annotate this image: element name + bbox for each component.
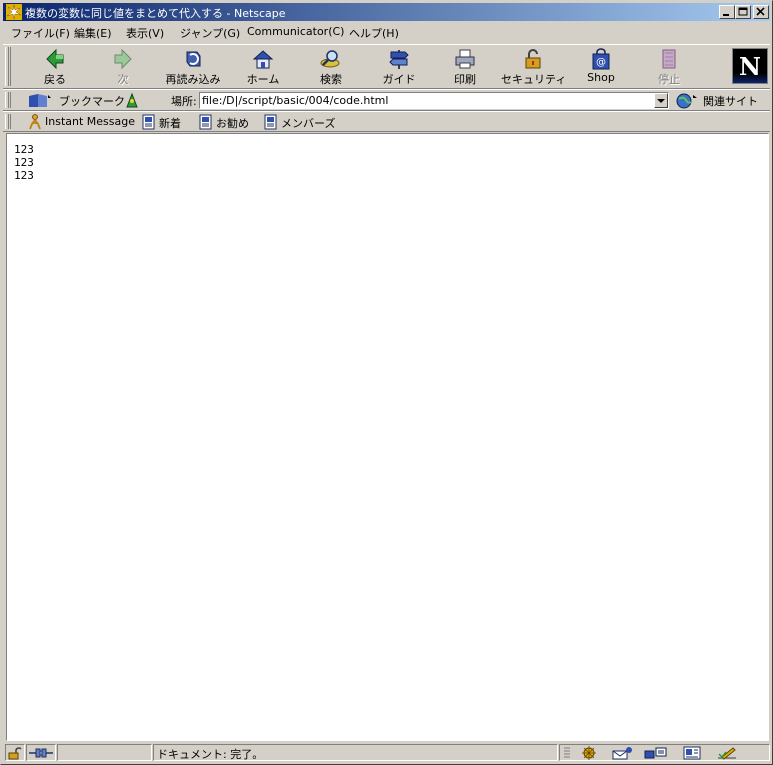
menu-help[interactable]: ヘルプ(H) [349, 25, 399, 41]
search-icon [320, 50, 340, 68]
close-button[interactable] [753, 5, 769, 19]
home-icon [252, 50, 274, 69]
page-proxy-icon[interactable] [123, 92, 141, 109]
reload-label: 再読み込み [165, 73, 221, 86]
recommended-button[interactable]: お勧め [198, 114, 254, 130]
whats-new-label: 新着 [159, 117, 181, 130]
maximize-icon [738, 7, 748, 16]
status-bar: ドキュメント: 完了。 [3, 743, 770, 762]
menu-go[interactable]: ジャンプ(G) [180, 25, 240, 41]
netscape-n-icon: N [739, 52, 761, 81]
close-icon [756, 7, 765, 16]
url-input[interactable] [202, 94, 654, 107]
svg-text:@: @ [596, 57, 606, 68]
security-button[interactable]: セキュリティ [501, 47, 567, 87]
output-line: 123 [14, 156, 34, 169]
home-button[interactable]: ホーム [231, 47, 295, 87]
status-message: ドキュメント: 完了。 [157, 748, 264, 761]
bookmarks-button[interactable]: ブックマーク [59, 93, 125, 109]
shop-label: Shop [587, 71, 615, 84]
page-content[interactable]: 123 123 123 [6, 133, 769, 741]
location-label: 場所: [171, 95, 197, 108]
connection-status[interactable] [26, 744, 56, 761]
chevron-down-icon [657, 99, 665, 103]
progress-meter [57, 744, 152, 761]
recommended-label: お勧め [216, 117, 249, 130]
forward-button[interactable]: 次 [91, 47, 155, 87]
stop-button[interactable]: 停止 [637, 47, 701, 87]
unlocked-padlock-icon [8, 747, 22, 760]
output-line: 123 [14, 169, 34, 182]
guide-icon [389, 50, 409, 69]
location-field[interactable] [199, 92, 669, 109]
menu-file[interactable]: ファイル(F) [11, 25, 70, 41]
personal-toolbar: Instant Message 新着 お勧め メンバーズ [3, 111, 770, 132]
status-message-cell: ドキュメント: 完了。 [153, 744, 558, 761]
guide-label: ガイド [382, 73, 416, 86]
netscape-logo[interactable]: N [732, 48, 768, 84]
print-button[interactable]: 印刷 [433, 47, 497, 87]
related-sites-icon[interactable] [675, 92, 699, 109]
address-book-icon[interactable] [682, 746, 702, 760]
toolbar-grip[interactable] [5, 47, 11, 86]
printer-icon [455, 49, 475, 69]
instant-message-button[interactable]: Instant Message [27, 114, 137, 130]
print-label: 印刷 [454, 73, 476, 86]
minimize-icon [723, 14, 729, 16]
location-toolbar: ブックマーク 場所: 関連サイト [3, 89, 770, 111]
back-label: 戻る [44, 73, 66, 86]
members-label: メンバーズ [281, 117, 336, 130]
title-bar[interactable]: 複数の変数に同じ値をまとめて代入する - Netscape [3, 3, 770, 21]
menu-edit[interactable]: 編集(E) [74, 25, 112, 41]
mail-icon[interactable] [612, 746, 634, 760]
stop-label: 停止 [658, 73, 680, 86]
bookmark-page-icon [199, 114, 212, 130]
related-sites-button[interactable]: 関連サイト [703, 93, 758, 109]
minimize-button[interactable] [719, 5, 735, 19]
navigation-toolbar: 戻る 次 再読み込み ホーム 検索 ガイド 印刷 セキュリティ @ Shop 停… [3, 44, 770, 89]
forward-icon [114, 48, 132, 70]
reload-icon [186, 51, 201, 67]
bookmark-page-icon [142, 114, 155, 130]
search-label: 検索 [320, 73, 342, 86]
newsgroups-icon[interactable] [644, 746, 668, 760]
menu-communicator[interactable]: Communicator(C) [247, 25, 344, 38]
members-button[interactable]: メンバーズ [263, 114, 337, 130]
lock-icon [525, 49, 541, 69]
shopping-bag-icon: @ [592, 48, 610, 70]
toolbar-grip[interactable] [5, 114, 11, 129]
component-bar [559, 744, 770, 761]
netscape-app-icon[interactable] [6, 4, 22, 20]
forward-label: 次 [117, 73, 129, 86]
navigator-icon[interactable] [580, 746, 598, 760]
security-label: セキュリティ [501, 73, 567, 86]
url-dropdown-button[interactable] [654, 93, 668, 108]
security-status[interactable] [5, 744, 25, 761]
aim-person-icon [29, 114, 41, 130]
home-label: ホーム [246, 73, 280, 86]
whats-new-button[interactable]: 新着 [141, 114, 191, 130]
menu-bar: ファイル(F) 編集(E) 表示(V) ジャンプ(G) Communicator… [3, 22, 770, 42]
maximize-button[interactable] [735, 5, 751, 19]
browser-window: 複数の変数に同じ値をまとめて代入する - Netscape ファイル(F) 編集… [0, 0, 773, 765]
shop-button[interactable]: @ Shop [569, 47, 633, 87]
plug-icon [29, 748, 53, 758]
guide-button[interactable]: ガイド [367, 47, 431, 87]
menu-view[interactable]: 表示(V) [126, 25, 164, 41]
component-bar-grip-icon[interactable] [563, 746, 571, 760]
back-icon [46, 48, 64, 70]
back-button[interactable]: 戻る [23, 47, 87, 87]
reload-button[interactable]: 再読み込み [161, 47, 225, 87]
bookmark-page-icon [264, 114, 277, 130]
search-button[interactable]: 検索 [299, 47, 363, 87]
toolbar-grip[interactable] [5, 92, 11, 108]
window-title: 複数の変数に同じ値をまとめて代入する - Netscape [25, 7, 286, 20]
composer-icon[interactable] [716, 746, 738, 760]
output-line: 123 [14, 143, 34, 156]
instant-message-label: Instant Message [45, 115, 135, 128]
bookmarks-icon [29, 94, 51, 107]
stop-icon [662, 49, 676, 69]
